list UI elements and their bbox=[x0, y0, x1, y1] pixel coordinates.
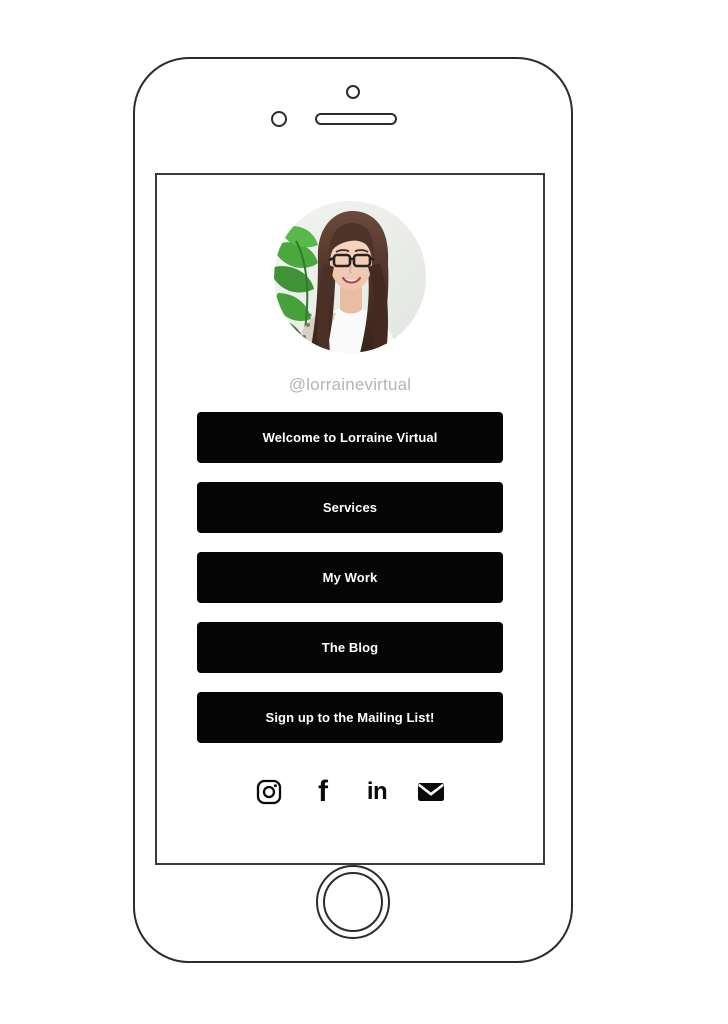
instagram-icon[interactable] bbox=[254, 777, 284, 807]
linkedin-icon[interactable]: in bbox=[362, 777, 392, 807]
profile-handle: @lorrainevirtual bbox=[288, 375, 412, 394]
link-list: Welcome to Lorraine Virtual Services My … bbox=[197, 412, 503, 743]
phone-screen: @lorrainevirtual Welcome to Lorraine Vir… bbox=[155, 173, 545, 865]
earpiece-speaker-icon bbox=[315, 113, 397, 125]
link-button-the-blog[interactable]: The Blog bbox=[197, 622, 503, 673]
linkedin-glyph: in bbox=[366, 778, 388, 805]
front-camera-icon bbox=[346, 85, 360, 99]
proximity-sensor-icon bbox=[271, 111, 287, 127]
facebook-glyph: f bbox=[318, 775, 328, 808]
home-button[interactable] bbox=[316, 865, 390, 939]
link-button-mailing-list[interactable]: Sign up to the Mailing List! bbox=[197, 692, 503, 743]
link-button-welcome[interactable]: Welcome to Lorraine Virtual bbox=[197, 412, 503, 463]
facebook-icon[interactable]: f bbox=[308, 777, 338, 807]
avatar bbox=[274, 201, 426, 353]
link-button-services[interactable]: Services bbox=[197, 482, 503, 533]
link-button-my-work[interactable]: My Work bbox=[197, 552, 503, 603]
email-icon[interactable] bbox=[416, 777, 446, 807]
social-row: f in bbox=[254, 777, 446, 807]
